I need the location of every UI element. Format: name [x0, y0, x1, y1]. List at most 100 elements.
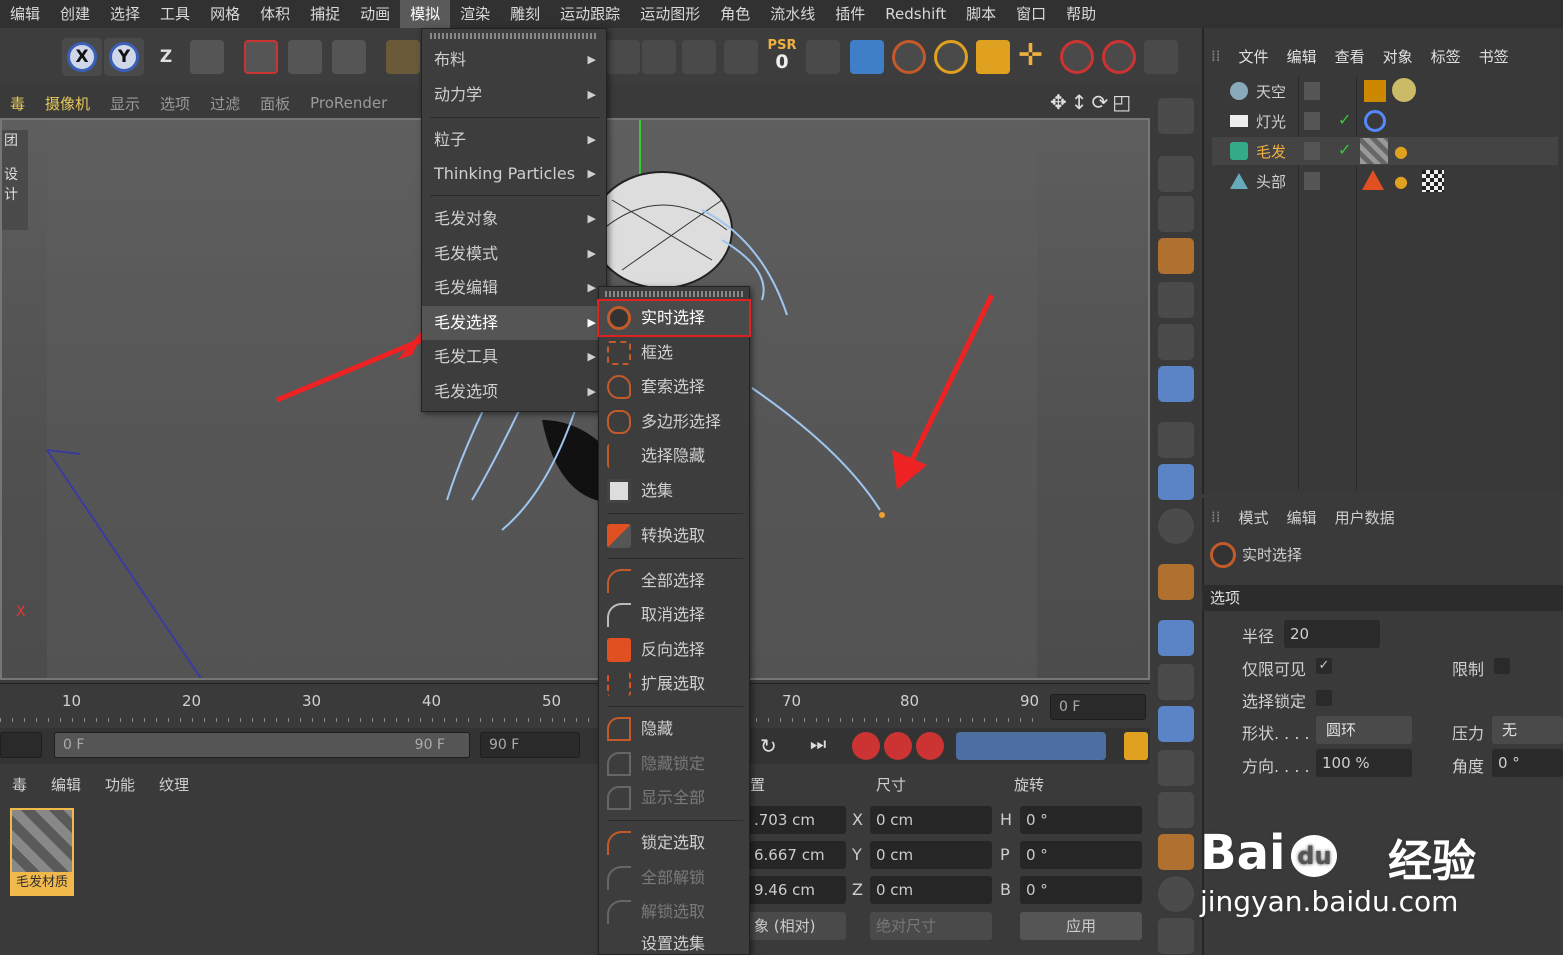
visibility-toggle-icon[interactable] — [1304, 142, 1320, 160]
texture-mode-icon[interactable] — [1158, 196, 1194, 232]
timeline-ruler[interactable]: 10 20 30 40 50 70 80 90 0 F — [0, 683, 1150, 728]
menu-item-particles[interactable]: 粒子 ▶ — [422, 123, 606, 157]
submenu-live-selection[interactable]: 实时选择 — [597, 299, 751, 337]
viewport-menu-filter[interactable]: 过滤 — [200, 93, 250, 114]
submenu-rectangle-selection[interactable]: 框选 — [599, 336, 749, 370]
deformer-icon[interactable] — [682, 40, 716, 74]
download-icon[interactable] — [1158, 750, 1194, 786]
obj-menu-object[interactable]: 对象 — [1374, 46, 1422, 67]
hair-material-tag-icon[interactable] — [1360, 138, 1388, 164]
viewport-menu-camera[interactable]: 摄像机 — [35, 93, 100, 114]
position-y-field[interactable]: 6.667 cm — [748, 841, 846, 869]
submenu-invert-selection[interactable]: 反向选择 — [599, 633, 749, 667]
size-z-field[interactable]: 0 cm — [870, 876, 992, 904]
submenu-hide[interactable]: 隐藏 — [599, 712, 749, 746]
options-section-header[interactable]: 选项 — [1202, 585, 1563, 611]
limit-checkbox[interactable] — [1494, 658, 1510, 674]
radius-field[interactable]: 20 — [1284, 620, 1380, 648]
menu-edit[interactable]: 编辑 — [0, 0, 50, 28]
viewport-layout-icon[interactable] — [1158, 706, 1194, 742]
submenu-selection-set[interactable]: 选集 — [599, 474, 749, 508]
selection-tag-icon[interactable]: ● — [1394, 142, 1408, 161]
attr-menu-userdata[interactable]: 用户数据 — [1326, 507, 1404, 528]
menu-redshift[interactable]: Redshift — [875, 0, 956, 28]
mat-menu-texture[interactable]: 纹理 — [147, 774, 201, 795]
viewport-menu-view[interactable]: 毒 — [0, 93, 35, 114]
y-axis-lock-button[interactable]: Y — [104, 38, 144, 76]
coordinate-system-icon[interactable] — [190, 40, 224, 74]
menu-item-hair-options[interactable]: 毛发选项 ▶ — [422, 375, 606, 409]
current-frame-field[interactable]: 0 F — [1050, 694, 1146, 720]
menu-simulate[interactable]: 模拟 — [400, 0, 451, 28]
model-mode-icon[interactable] — [1158, 156, 1194, 192]
obj-menu-file[interactable]: 文件 — [1230, 46, 1278, 67]
submenu-lock-selection[interactable]: 锁定选取 — [599, 826, 749, 860]
object-row-sky[interactable]: 天空 — [1212, 77, 1286, 105]
workplane-align-icon[interactable] — [1158, 664, 1194, 700]
visibility-toggle-icon[interactable] — [1304, 82, 1320, 100]
rotate-tool-icon[interactable] — [934, 40, 968, 74]
submenu-deselect-all[interactable]: 取消选择 — [599, 598, 749, 632]
attr-menu-edit[interactable]: 编辑 — [1278, 507, 1326, 528]
light-bulb-icon[interactable] — [642, 40, 676, 74]
direction-field[interactable]: 100 % — [1316, 749, 1412, 777]
menu-item-thinking-particles[interactable]: Thinking Particles ▶ — [422, 157, 606, 191]
submenu-polygon-selection[interactable]: 多边形选择 — [599, 405, 749, 439]
hair-material-swatch[interactable]: 毛发材质 — [10, 808, 74, 896]
size-mode-dropdown[interactable]: 绝对尺寸 — [870, 912, 992, 940]
scale-tool-icon[interactable] — [976, 40, 1010, 74]
menu-item-hair-objects[interactable]: 毛发对象 ▶ — [422, 202, 606, 236]
menu-motion-tracking[interactable]: 运动跟踪 — [550, 0, 630, 28]
enabled-check-icon[interactable]: ✓ — [1338, 140, 1351, 159]
mat-menu-edit[interactable]: 编辑 — [39, 774, 93, 795]
sky-texture-tag-icon[interactable] — [1392, 78, 1416, 102]
max-frame-field[interactable]: 90 F — [480, 732, 580, 758]
solo-icon[interactable] — [1158, 508, 1194, 544]
menu-sculpt[interactable]: 雕刻 — [500, 0, 550, 28]
selection-lock-checkbox[interactable] — [1316, 690, 1332, 706]
viewport-side-panel[interactable]: 团 设计 — [2, 130, 28, 230]
object-row-head[interactable]: 头部 — [1212, 167, 1286, 195]
size-x-field[interactable]: 0 cm — [870, 806, 992, 834]
attr-menu-mode[interactable]: 模式 — [1230, 507, 1278, 528]
menu-item-hair-tools[interactable]: 毛发工具 ▶ — [422, 340, 606, 374]
psr-button[interactable]: PSR 0 — [764, 38, 800, 76]
cube-icon[interactable] — [850, 40, 884, 74]
menu-render[interactable]: 渲染 — [450, 0, 500, 28]
uvw-tag-icon[interactable] — [1422, 170, 1444, 192]
visible-only-checkbox[interactable]: ✓ — [1316, 658, 1332, 674]
menu-help[interactable]: 帮助 — [1056, 0, 1106, 28]
submenu-convert-selection[interactable]: 转换选取 — [599, 519, 749, 553]
menu-snap[interactable]: 捕捉 — [300, 0, 350, 28]
size-y-field[interactable]: 0 cm — [870, 841, 992, 869]
viewport-menu-options[interactable]: 选项 — [150, 93, 200, 114]
menu-create[interactable]: 创建 — [50, 0, 100, 28]
workplane-lock-icon[interactable] — [1158, 620, 1194, 656]
menu-window[interactable]: 窗口 — [1006, 0, 1056, 28]
edges-mode-icon[interactable] — [1158, 324, 1194, 360]
loop-icon[interactable]: ↻ — [760, 734, 777, 758]
target-tag-icon[interactable] — [1364, 110, 1386, 132]
object-row-light[interactable]: 灯光 — [1212, 107, 1286, 135]
menu-mograph[interactable]: 运动图形 — [630, 0, 710, 28]
move-tool-icon[interactable]: ✛ — [1018, 38, 1043, 73]
obj-menu-tags[interactable]: 标签 — [1422, 46, 1470, 67]
render-to-picture-viewer-icon[interactable] — [288, 40, 322, 74]
menu-pipeline[interactable]: 流水线 — [760, 0, 825, 28]
record-key-icon[interactable] — [852, 732, 880, 760]
hierarchy-icon[interactable] — [1144, 40, 1178, 74]
submenu-unhide-all[interactable]: 显示全部 — [599, 781, 749, 815]
menu-volume[interactable]: 体积 — [250, 0, 300, 28]
pen-tool-icon[interactable] — [386, 40, 420, 74]
live-select-tool-icon[interactable] — [892, 40, 926, 74]
workplane-grid-icon[interactable] — [1158, 238, 1194, 274]
menu-item-hair-edit[interactable]: 毛发编辑 ▶ — [422, 271, 606, 305]
angle-field[interactable]: 0 ° — [1492, 749, 1563, 777]
rotation-h-field[interactable]: 0 ° — [1020, 806, 1142, 834]
shape-dropdown[interactable]: 圆环 — [1316, 716, 1412, 744]
select-tool-icon[interactable] — [1060, 40, 1094, 74]
autokey-icon[interactable] — [884, 732, 912, 760]
camera-icon[interactable] — [606, 40, 640, 74]
viewport-nav-icons[interactable]: ✥↕⟳◰ — [1050, 90, 1135, 114]
pressure-dropdown[interactable]: 无 — [1492, 716, 1563, 744]
